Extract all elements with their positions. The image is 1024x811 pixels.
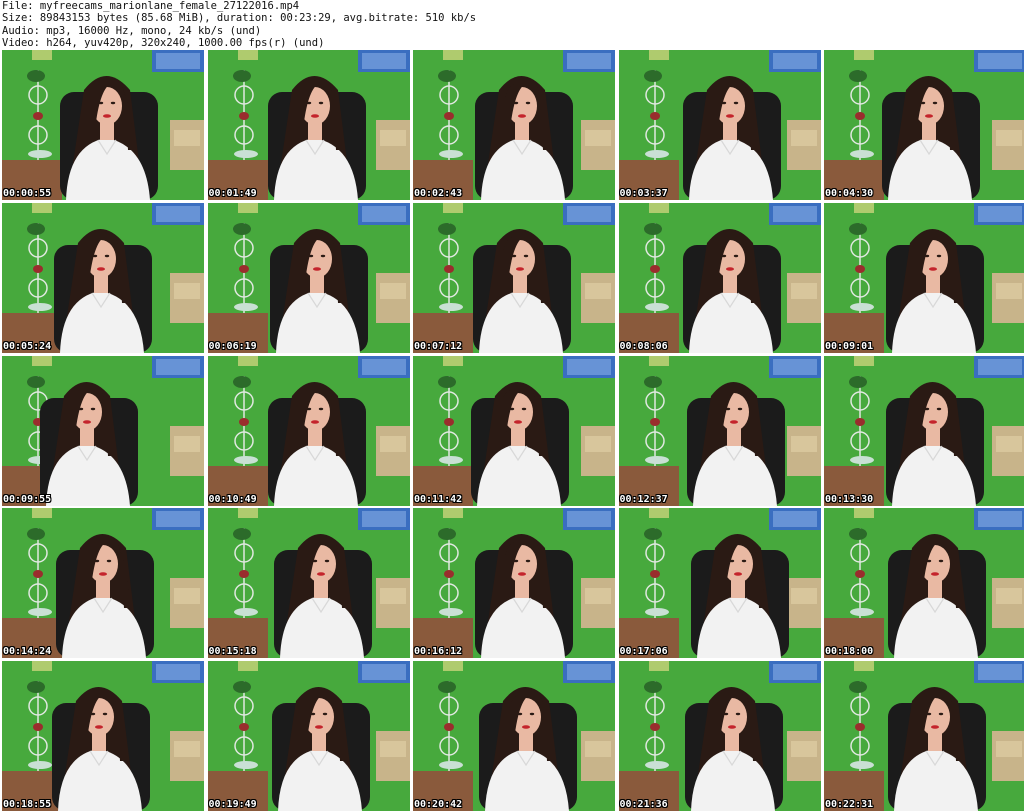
thumbnail-grid: 00:00:55 00:01:49 00:02:43 00:03:37 00:04:30…: [0, 50, 1024, 811]
webcam-frame-image: [413, 50, 615, 200]
thumbnail-timestamp: 00:05:24: [3, 340, 52, 352]
thumbnail-timestamp: 00:15:18: [208, 646, 257, 658]
webcam-frame-image: [824, 355, 1024, 506]
webcam-frame-image: [824, 508, 1024, 659]
video-thumbnail: 00:02:43: [413, 50, 615, 200]
webcam-frame-image: [413, 661, 615, 811]
thumbnail-timestamp: 00:14:24: [3, 646, 52, 658]
video-thumbnail: 00:09:55: [2, 355, 204, 506]
thumbnail-timestamp: 00:17:06: [619, 646, 668, 658]
thumbnail-timestamp: 00:02:43: [414, 188, 463, 199]
thumbnail-timestamp: 00:07:12: [414, 340, 463, 352]
video-thumbnail: 00:15:18: [207, 508, 410, 659]
file-name-line: File: myfreecams_marionlane_female_27122…: [2, 0, 300, 12]
thumbnail-timestamp: 00:01:49: [208, 188, 257, 199]
video-thumbnail: 00:21:36: [618, 661, 821, 811]
video-thumbnail: 00:01:49: [207, 50, 410, 200]
thumbnail-timestamp: 00:19:49: [208, 799, 257, 810]
thumbnail-timestamp: 00:00:55: [3, 188, 52, 199]
video-thumbnail: 00:16:12: [413, 508, 615, 659]
webcam-frame-image: [413, 202, 615, 353]
video-thumbnail: 00:06:19: [207, 202, 410, 353]
thumbnail-timestamp: 00:04:30: [825, 188, 874, 199]
webcam-frame-image: [618, 202, 821, 353]
thumbnail-timestamp: 00:16:12: [414, 646, 463, 658]
video-thumbnail: 00:08:06: [618, 202, 821, 353]
video-thumbnail: 00:14:24: [2, 508, 204, 659]
thumbnail-timestamp: 00:08:06: [619, 340, 668, 352]
thumbnail-timestamp: 00:06:19: [208, 340, 257, 352]
webcam-frame-image: [207, 50, 410, 200]
webcam-frame-image: [618, 508, 821, 659]
webcam-frame-image: [824, 661, 1024, 811]
video-thumbnail: 00:04:30: [824, 50, 1024, 200]
thumbnail-timestamp: 00:11:42: [414, 493, 463, 505]
webcam-frame-image: [2, 355, 204, 506]
video-thumbnail: 00:07:12: [413, 202, 615, 353]
thumbnail-timestamp: 00:21:36: [619, 799, 668, 810]
webcam-frame-image: [618, 661, 821, 811]
thumbnail-timestamp: 00:13:30: [825, 493, 874, 505]
file-size-line: Size: 89843153 bytes (85.68 MiB), durati…: [2, 12, 477, 25]
video-thumbnail: 00:13:30: [824, 355, 1024, 506]
audio-info-line: Audio: mp3, 16000 Hz, mono, 24 kb/s (und…: [2, 24, 262, 37]
video-thumbnail: 00:18:55: [2, 661, 204, 811]
webcam-frame-image: [2, 50, 204, 200]
video-thumbnail: 00:03:37: [618, 50, 821, 200]
webcam-frame-image: [2, 508, 204, 659]
webcam-frame-image: [207, 508, 410, 659]
webcam-frame-image: [618, 50, 821, 200]
video-thumbnail: 00:20:42: [413, 661, 615, 811]
video-thumbnail: 00:12:37: [618, 355, 821, 506]
video-thumbnail: 00:22:31: [824, 661, 1024, 811]
video-thumbnail: 00:18:00: [824, 508, 1024, 659]
thumbnail-timestamp: 00:18:55: [3, 799, 52, 810]
thumbnail-timestamp: 00:12:37: [619, 493, 668, 505]
webcam-frame-image: [207, 355, 410, 506]
webcam-frame-image: [207, 661, 410, 811]
video-thumbnail: 00:05:24: [2, 202, 204, 353]
video-thumbnail: 00:17:06: [618, 508, 821, 659]
thumbnail-timestamp: 00:10:49: [208, 493, 257, 505]
thumbnail-timestamp: 00:09:55: [3, 493, 52, 505]
webcam-frame-image: [413, 355, 615, 506]
thumbnail-timestamp: 00:09:01: [825, 340, 874, 352]
webcam-frame-image: [618, 355, 821, 506]
video-thumbnail: 00:10:49: [207, 355, 410, 506]
webcam-frame-image: [2, 202, 204, 353]
thumbnail-timestamp: 00:18:00: [825, 646, 874, 658]
video-thumbnail: 00:11:42: [413, 355, 615, 506]
thumbnail-timestamp: 00:03:37: [619, 188, 668, 199]
webcam-frame-image: [207, 202, 410, 353]
webcam-frame-image: [413, 508, 615, 659]
video-thumbnail: 00:19:49: [207, 661, 410, 811]
webcam-frame-image: [824, 202, 1024, 353]
thumbnail-timestamp: 00:22:31: [825, 799, 874, 810]
video-thumbnail: 00:00:55: [2, 50, 204, 200]
video-info-line: Video: h264, yuv420p, 320x240, 1000.00 f…: [2, 37, 325, 50]
file-info-header: File: myfreecams_marionlane_female_27122…: [2, 0, 1022, 50]
thumbnail-timestamp: 00:20:42: [414, 799, 463, 810]
webcam-frame-image: [2, 661, 204, 811]
webcam-frame-image: [824, 50, 1024, 200]
video-thumbnail: 00:09:01: [824, 202, 1024, 353]
